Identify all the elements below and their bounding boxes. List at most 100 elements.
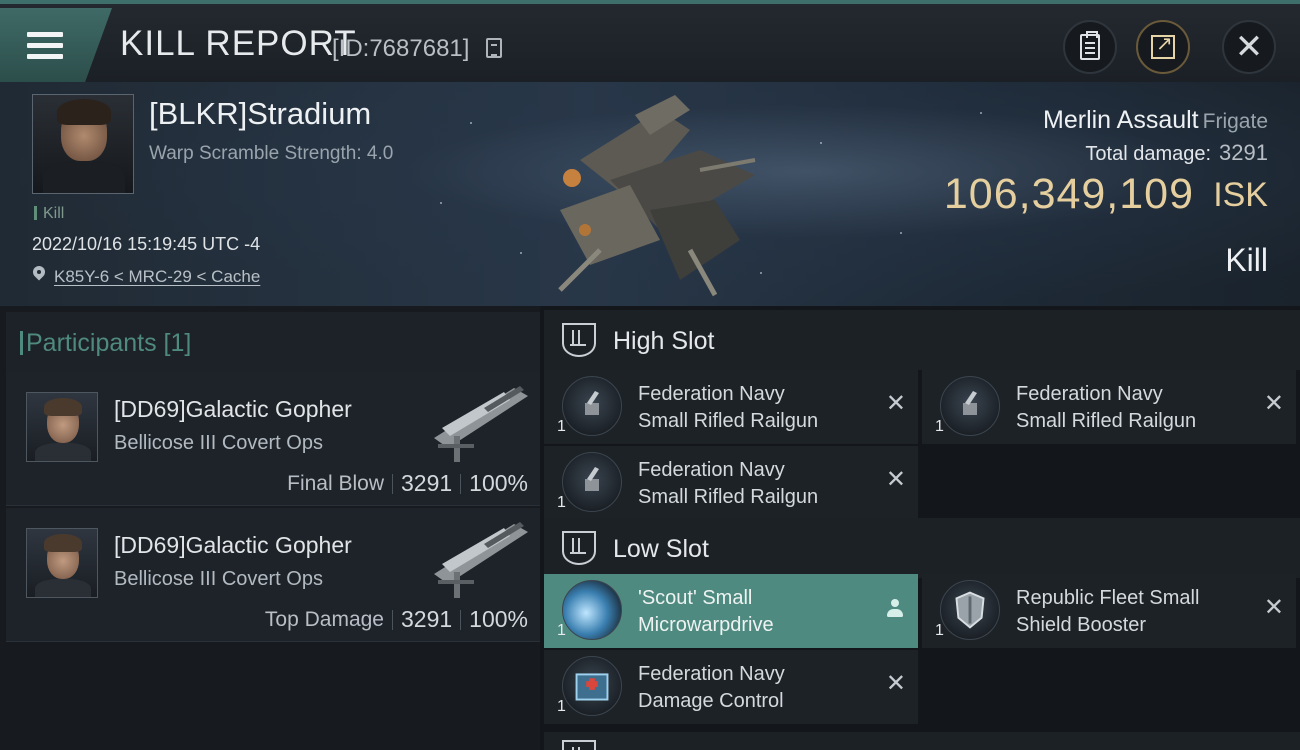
- location-pin-icon: [32, 266, 46, 284]
- top-bar: KILL REPORT [ID:7687681] ✕: [0, 0, 1300, 82]
- microwarpdrive-icon: [562, 580, 622, 640]
- copy-icon[interactable]: [486, 38, 502, 58]
- isk-value: 106,349,109: [943, 170, 1194, 218]
- participant-stats: Final Blow 3291 100%: [287, 470, 528, 497]
- ship-class-text: Frigate: [1202, 110, 1268, 133]
- participant-card[interactable]: [DD69]Galactic Gopher Bellicose III Cove…: [6, 508, 540, 642]
- report-id: [ID:7687681]: [332, 35, 470, 62]
- export-icon: [1151, 31, 1175, 59]
- total-damage-row: Total damage: 3291: [1085, 140, 1268, 166]
- module-name-line2: Shield Booster: [1016, 614, 1147, 636]
- clipboard-button[interactable]: [1063, 20, 1117, 74]
- module-item[interactable]: 1 Federation Navy Small Rifled Railgun ✕: [922, 370, 1296, 444]
- low-slot-header: Low Slot: [544, 518, 1300, 578]
- kill-outcome-label: Kill: [1225, 242, 1268, 278]
- participants-header: Participants [1]: [6, 312, 540, 372]
- high-slot-header: High Slot: [544, 310, 1300, 370]
- victim-banner: [BLKR]Stradium Warp Scramble Strength: 4…: [0, 82, 1300, 306]
- module-name-line2: Microwarpdrive: [638, 614, 774, 636]
- module-quantity: 1: [935, 622, 944, 639]
- victim-subtitle: Warp Scramble Strength: 4.0: [149, 143, 394, 164]
- module-name-line1: 'Scout' Small: [638, 587, 753, 609]
- victim-name[interactable]: [BLKR]Stradium: [149, 96, 371, 132]
- ship-render-image: [558, 95, 756, 297]
- close-icon: ✕: [885, 390, 906, 417]
- participant-card[interactable]: [DD69]Galactic Gopher Bellicose III Cove…: [6, 372, 540, 506]
- module-item[interactable]: 1 Federation Navy Small Rifled Railgun ✕: [544, 446, 918, 520]
- isk-unit: ISK: [1213, 176, 1268, 214]
- total-damage-value: 3291: [1219, 140, 1268, 165]
- slot-rack-icon: [562, 740, 596, 750]
- slot-label: Low Slot: [613, 535, 709, 563]
- module-name: Federation Navy Small Rifled Railgun: [1016, 381, 1196, 435]
- module-name-line1: Republic Fleet Small: [1016, 587, 1200, 609]
- close-icon: ✕: [885, 466, 906, 493]
- module-quantity: 1: [557, 698, 566, 715]
- person-icon: [886, 599, 904, 619]
- module-name-line2: Damage Control: [638, 690, 784, 712]
- slot-label: High Slot: [613, 327, 715, 355]
- clipboard-icon: [1080, 31, 1100, 60]
- participant-stats: Top Damage 3291 100%: [265, 606, 528, 633]
- module-item[interactable]: 1 Republic Fleet Small Shield Booster ✕: [922, 574, 1296, 648]
- participants-panel: Participants [1] [DD69]Galactic Gopher B…: [0, 306, 540, 750]
- slot-rack-icon: [562, 531, 596, 565]
- next-slot-header-partial: [544, 732, 1300, 750]
- module-name: 'Scout' Small Microwarpdrive: [638, 585, 774, 639]
- victim-tag: Kill: [34, 205, 64, 223]
- participant-role: Final Blow: [287, 471, 384, 495]
- close-icon: ✕: [1263, 390, 1284, 417]
- module-name-line2: Small Rifled Railgun: [638, 486, 819, 508]
- participant-name: [DD69]Galactic Gopher: [114, 396, 352, 422]
- module-item[interactable]: 1 Federation Navy Small Rifled Railgun ✕: [544, 370, 918, 444]
- module-quantity: 1: [557, 494, 566, 511]
- module-name-line1: Federation Navy: [638, 383, 785, 405]
- page-title: KILL REPORT: [120, 24, 357, 63]
- weapon-image: [434, 522, 528, 598]
- close-icon: ✕: [1234, 28, 1264, 66]
- participant-role: Top Damage: [264, 607, 384, 631]
- victim-ship-name[interactable]: Merlin Assault Frigate: [1043, 106, 1268, 135]
- participant-ship: Bellicose III Covert Ops: [114, 432, 323, 454]
- avatar[interactable]: [26, 528, 98, 598]
- module-name-line2: Small Rifled Railgun: [638, 410, 819, 432]
- participant-ship: Bellicose III Covert Ops: [114, 568, 323, 590]
- module-quantity: 1: [935, 418, 944, 435]
- railgun-icon: [562, 376, 622, 436]
- participant-percent: 100%: [469, 470, 528, 496]
- module-item[interactable]: 1 Federation Navy Damage Control ✕: [544, 650, 918, 724]
- module-name: Federation Navy Small Rifled Railgun: [638, 457, 818, 511]
- weapon-image: [434, 386, 528, 462]
- close-icon: ✕: [1263, 594, 1284, 621]
- hamburger-menu-icon[interactable]: [27, 32, 63, 60]
- damage-control-icon: [562, 656, 622, 716]
- close-icon: ✕: [885, 670, 906, 697]
- shield-icon: [940, 580, 1000, 640]
- kill-location-link[interactable]: K85Y-6 < MRC-29 < Cache: [54, 267, 260, 287]
- victim-avatar[interactable]: [32, 94, 134, 194]
- kill-datetime: 2022/10/16 15:19:45 UTC -4: [32, 234, 261, 254]
- module-name: Federation Navy Small Rifled Railgun: [638, 381, 818, 435]
- ship-name-text: Merlin Assault: [1043, 106, 1199, 134]
- module-name-line1: Federation Navy: [638, 663, 785, 685]
- total-damage-label: Total damage:: [1085, 143, 1212, 165]
- fitting-panel: High Slot 1 Federation Navy Small Rifled…: [540, 306, 1300, 750]
- export-button[interactable]: [1136, 20, 1190, 74]
- module-quantity: 1: [557, 622, 566, 639]
- module-name-line1: Federation Navy: [638, 459, 785, 481]
- module-name: Federation Navy Damage Control: [638, 661, 785, 715]
- participant-damage: 3291: [401, 606, 453, 632]
- avatar[interactable]: [26, 392, 98, 462]
- railgun-icon: [940, 376, 1000, 436]
- module-item[interactable]: 1 'Scout' Small Microwarpdrive: [544, 574, 918, 648]
- module-name-line1: Federation Navy: [1016, 383, 1163, 405]
- module-name-line2: Small Rifled Railgun: [1016, 410, 1197, 432]
- menu-button[interactable]: [0, 8, 112, 82]
- close-button[interactable]: ✕: [1222, 20, 1276, 74]
- slot-rack-icon: [562, 323, 596, 357]
- participant-percent: 100%: [469, 606, 528, 632]
- participant-name: [DD69]Galactic Gopher: [114, 532, 352, 558]
- railgun-icon: [562, 452, 622, 512]
- module-name: Republic Fleet Small Shield Booster: [1016, 585, 1199, 639]
- participant-damage: 3291: [401, 470, 453, 496]
